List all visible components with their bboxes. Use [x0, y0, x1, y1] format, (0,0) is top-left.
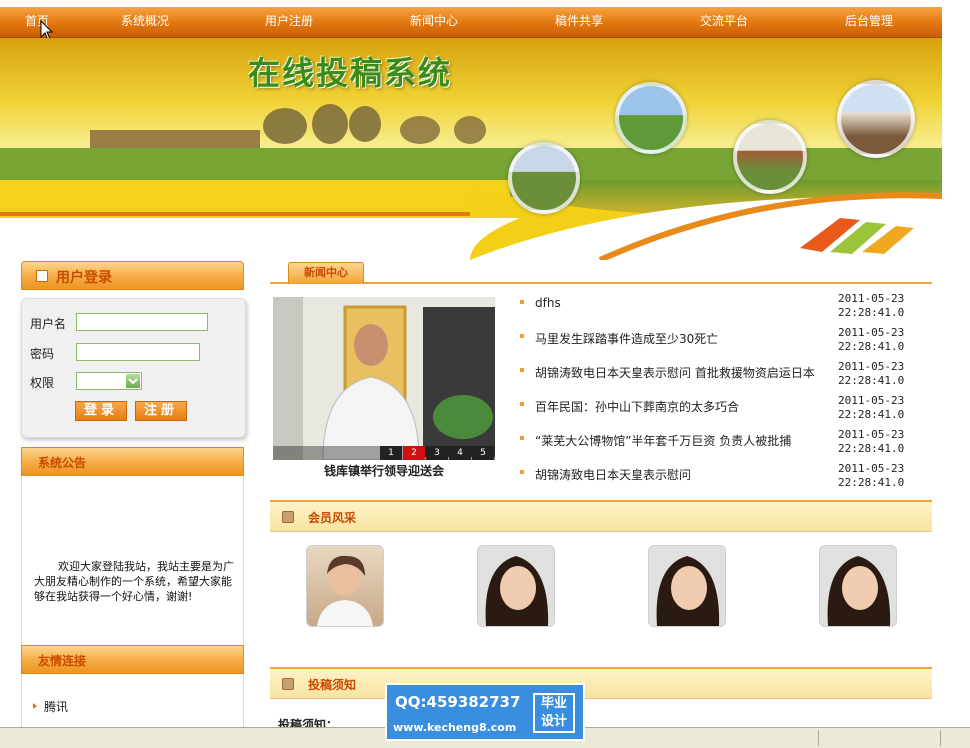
- nav-share[interactable]: 稿件共享: [524, 7, 634, 37]
- login-title: 用户登录: [56, 270, 112, 286]
- link-item[interactable]: 腾讯: [44, 698, 68, 715]
- member-photo[interactable]: [306, 545, 384, 627]
- banner-photo-circle: [837, 80, 915, 158]
- page-margin: [943, 0, 970, 727]
- news-date: 2011-05-23 22:28:41.0: [838, 462, 905, 489]
- slide-number-2-active[interactable]: 2: [403, 446, 425, 460]
- password-label: 密码: [30, 347, 55, 361]
- slideshow-caption[interactable]: 钱库镇举行领导迎送会: [273, 462, 495, 479]
- notice-text: 欢迎大家登陆我站，我站主要是为广大朋友精心制作的一个系统，希望大家能够在我站获得…: [34, 560, 234, 603]
- bullet-arrow-icon: [33, 703, 37, 709]
- bullet-icon: [520, 368, 524, 372]
- members-header: 会员风采: [270, 500, 932, 532]
- news-item[interactable]: 胡锦涛致电日本天皇表示慰问 2011-05-23 22:28:41.0: [518, 462, 930, 500]
- slide-number-4[interactable]: 4: [449, 446, 471, 460]
- nav-admin[interactable]: 后台管理: [814, 7, 924, 37]
- news-title[interactable]: 百年民国：孙中山下葬南京的太多巧合: [535, 398, 739, 415]
- slideshow-photo: [273, 297, 495, 460]
- slide-number-3[interactable]: 3: [426, 446, 448, 460]
- bullet-icon: [520, 334, 524, 338]
- notice-title: 系统公告: [38, 456, 87, 470]
- news-item[interactable]: 百年民国：孙中山下葬南京的太多巧合 2011-05-23 22:28:41.0: [518, 394, 930, 432]
- login-button[interactable]: 登录: [75, 401, 127, 421]
- news-date: 2011-05-23 22:28:41.0: [838, 292, 905, 319]
- site-title: 在线投稿系统: [248, 54, 453, 92]
- news-rule: [270, 282, 932, 284]
- nav-overview[interactable]: 系统概况: [90, 7, 200, 37]
- watermark-site: www.kecheng8.com: [393, 721, 517, 734]
- chevron-down-icon[interactable]: [126, 374, 140, 388]
- notice-panel: 欢迎大家登陆我站，我站主要是为广大朋友精心制作的一个系统，希望大家能够在我站获得…: [21, 476, 244, 646]
- section-icon: [282, 511, 294, 523]
- news-item[interactable]: 马里发生踩踏事件造成至少30死亡 2011-05-23 22:28:41.0: [518, 326, 930, 364]
- news-title[interactable]: 马里发生踩踏事件造成至少30死亡: [535, 330, 718, 347]
- top-nav: 首页 系统概况 用户注册 新闻中心 稿件共享 交流平台 后台管理: [0, 7, 942, 38]
- register-button[interactable]: 注册: [135, 401, 187, 421]
- bullet-icon: [520, 436, 524, 440]
- status-divider: [940, 730, 941, 746]
- banner-photo-circle: [733, 120, 807, 194]
- news-title[interactable]: dfhs: [535, 296, 561, 310]
- links-panel: 腾讯: [21, 674, 244, 734]
- news-date: 2011-05-23 22:28:41.0: [838, 428, 905, 455]
- guide-header: 投稿须知: [270, 667, 932, 699]
- news-item[interactable]: “莱芜大公博物馆”半年套千万巨资 负责人被批捕 2011-05-23 22:28:4…: [518, 428, 930, 466]
- password-input[interactable]: [76, 343, 200, 361]
- news-title[interactable]: “莱芜大公博物馆”半年套千万巨资 负责人被批捕: [535, 432, 791, 449]
- member-photo[interactable]: [819, 545, 897, 627]
- username-label: 用户名: [30, 317, 67, 331]
- watermark-tag: 毕业 设计: [533, 693, 575, 733]
- nav-forum[interactable]: 交流平台: [669, 7, 779, 37]
- slide-number-1[interactable]: 1: [380, 446, 402, 460]
- news-title[interactable]: 胡锦涛致电日本天皇表示慰问: [535, 466, 691, 483]
- links-title: 友情连接: [38, 654, 87, 668]
- role-label: 权限: [30, 376, 55, 390]
- login-header: 用户登录: [21, 261, 244, 290]
- login-box: 用户名 密码 权限 登录 注册: [21, 298, 246, 438]
- banner-photo-circle: [615, 82, 687, 154]
- news-date: 2011-05-23 22:28:41.0: [838, 326, 905, 353]
- news-item[interactable]: 胡锦涛致电日本天皇表示慰问 首批救援物资启运日本 2011-05-23 22:28:…: [518, 360, 930, 398]
- bullet-icon: [520, 470, 524, 474]
- news-date: 2011-05-23 22:28:41.0: [838, 360, 905, 387]
- news-title[interactable]: 胡锦涛致电日本天皇表示慰问 首批救援物资启运日本: [535, 364, 815, 381]
- banner: 在线投稿系统: [0, 38, 942, 260]
- banner-photo-circle: [508, 142, 580, 214]
- news-item[interactable]: dfhs 2011-05-23 22:28:41.0: [518, 292, 930, 330]
- section-icon: [282, 678, 294, 690]
- tab-news[interactable]: 新闻中心: [288, 262, 364, 284]
- login-header-icon: [36, 270, 48, 282]
- members-title: 会员风采: [308, 511, 357, 525]
- nav-news[interactable]: 新闻中心: [379, 7, 489, 37]
- news-date: 2011-05-23 22:28:41.0: [838, 394, 905, 421]
- notice-header: 系统公告: [21, 447, 244, 476]
- bullet-icon: [520, 402, 524, 406]
- links-header: 友情连接: [21, 645, 244, 674]
- slide-number-5[interactable]: 5: [472, 446, 494, 460]
- role-select[interactable]: [76, 372, 142, 390]
- member-photo[interactable]: [648, 545, 726, 627]
- username-input[interactable]: [76, 313, 208, 331]
- guide-title: 投稿须知: [308, 678, 357, 692]
- watermark-badge: QQ:459382737 www.kecheng8.com 毕业 设计: [385, 683, 585, 741]
- news-slideshow-image[interactable]: 1 2 3 4 5: [273, 297, 495, 460]
- nav-register[interactable]: 用户注册: [234, 7, 344, 37]
- slide-indicator: 1 2 3 4 5: [380, 446, 495, 460]
- status-divider: [818, 730, 819, 746]
- watermark-qq: QQ:459382737: [395, 693, 521, 711]
- member-photo[interactable]: [477, 545, 555, 627]
- bullet-icon: [520, 300, 524, 304]
